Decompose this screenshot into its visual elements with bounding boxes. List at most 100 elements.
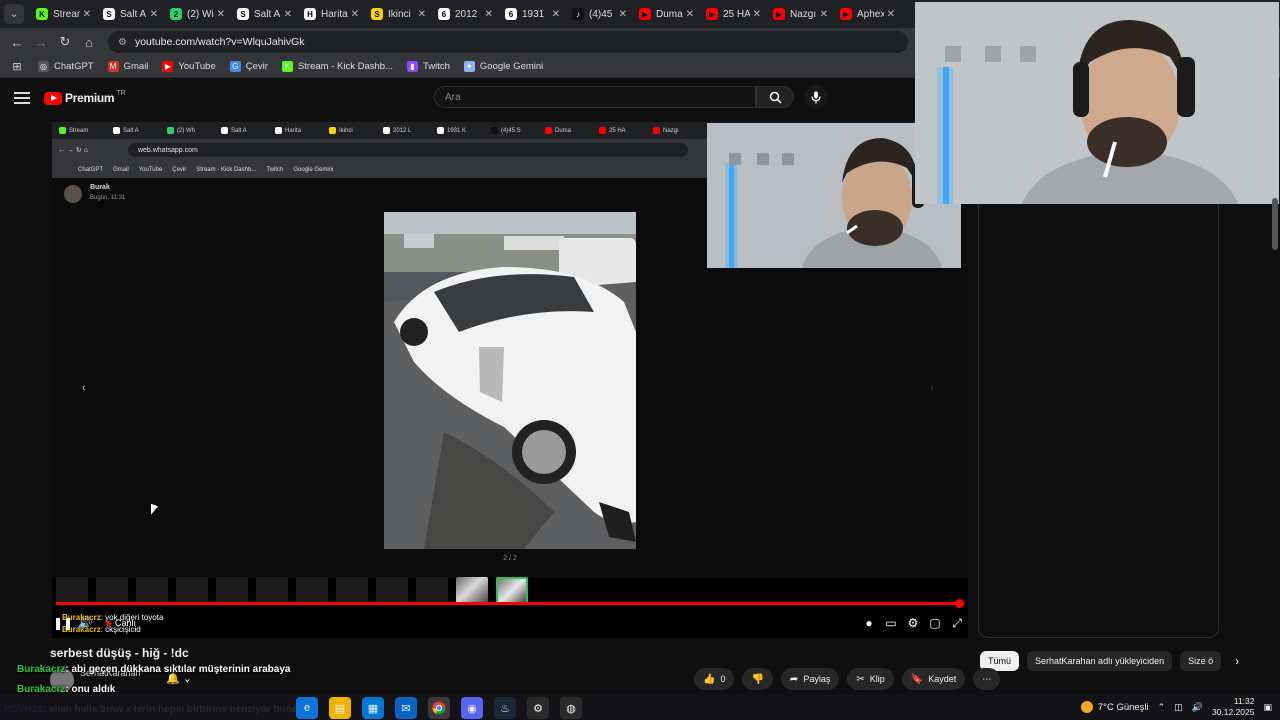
steam-icon[interactable]: ♨ (494, 697, 516, 719)
site-info-icon[interactable]: ⚙ (118, 37, 127, 48)
thumbnail[interactable] (416, 577, 448, 605)
network-icon[interactable]: ◫ (1174, 702, 1183, 713)
chevron-right-icon[interactable]: › (1235, 654, 1239, 668)
outlook-icon[interactable]: ✉ (395, 697, 417, 719)
thumbnail[interactable] (296, 577, 328, 605)
share-button[interactable]: ➦ Paylaş (780, 668, 840, 690)
stream-tab-label: 2012 L (393, 127, 412, 134)
stream-bookmark: Stream - Kick Dashb... (196, 166, 257, 173)
file-explorer-icon[interactable]: ▤ (329, 697, 351, 719)
weather-widget[interactable]: 7°C Güneşli (1080, 701, 1149, 713)
thumbnail[interactable] (256, 577, 288, 605)
browser-tab[interactable]: ▶ 25 HA ✕ (700, 0, 767, 28)
tab-favicon-icon: ▶ (773, 8, 785, 20)
theater-mode-icon[interactable]: ▢ (924, 612, 946, 634)
tab-close-icon[interactable]: ✕ (485, 9, 493, 20)
clock[interactable]: 11:32 30.12.2025 (1212, 696, 1255, 718)
page-scrollbar[interactable] (1272, 198, 1278, 250)
like-button[interactable]: 👍 0 (694, 668, 735, 690)
browser-tab[interactable]: ▶ Nazgı ✕ (767, 0, 834, 28)
browser-tab[interactable]: S İkinci ✕ (365, 0, 432, 28)
dislike-button[interactable]: 👎 (742, 668, 773, 690)
chrome-profile-icon[interactable]: ◍ (560, 697, 582, 719)
browser-tab[interactable]: 2 (2) Wi ✕ (164, 0, 231, 28)
thumbnail[interactable] (176, 577, 208, 605)
reload-button[interactable]: ↻ (54, 31, 76, 53)
settings-icon[interactable]: ⚙ (902, 612, 924, 634)
tab-label: (4)45 (589, 8, 613, 20)
tab-close-icon[interactable]: ✕ (284, 9, 292, 20)
bookmark-item[interactable]: K Stream - Kick Dashb... (281, 61, 393, 72)
tray-chevron-icon[interactable]: ⌃ (1158, 702, 1166, 713)
pause-icon[interactable]: ❚❚ (52, 612, 74, 634)
clock-date: 30.12.2025 (1211, 707, 1255, 717)
back-button[interactable]: ← (6, 31, 28, 53)
tab-search-button[interactable]: ⌄ (4, 4, 24, 24)
apps-grid-icon[interactable]: ⊞ (6, 56, 28, 78)
tab-close-icon[interactable]: ✕ (552, 9, 560, 20)
fullscreen-icon[interactable]: ⤢ (946, 612, 968, 634)
tab-close-icon[interactable]: ✕ (83, 9, 91, 20)
filter-chip[interactable]: Size ö (1180, 651, 1222, 671)
tab-close-icon[interactable]: ✕ (686, 9, 694, 20)
progress-scrubber[interactable] (955, 599, 965, 608)
live-badge[interactable]: Canlı (106, 618, 136, 628)
bookmark-item[interactable]: G Çevir (229, 61, 268, 72)
save-button[interactable]: 🔖 Kaydet (901, 668, 966, 690)
bookmark-item[interactable]: ▶ YouTube (162, 61, 216, 72)
clip-button[interactable]: ✂ Klip (847, 668, 894, 690)
tab-close-icon[interactable]: ✕ (820, 9, 828, 20)
volume-icon[interactable]: 🔊 (74, 612, 96, 634)
tab-close-icon[interactable]: ✕ (217, 9, 225, 20)
more-actions-button[interactable]: ⋯ (973, 668, 1001, 690)
tab-close-icon[interactable]: ✕ (619, 9, 627, 20)
browser-tab[interactable]: 6 1931 ✕ (499, 0, 566, 28)
tab-close-icon[interactable]: ✕ (887, 9, 895, 20)
bookmark-item[interactable]: ✦ Google Gemini (463, 61, 543, 72)
bookmark-item[interactable]: M Gmail (107, 61, 148, 72)
youtube-premium-logo[interactable]: Premium TR (44, 90, 126, 105)
filter-chip[interactable]: SerhatKarahan adlı yükleyiciden (1027, 651, 1173, 671)
address-bar[interactable]: ⚙ youtube.com/watch?v=WlquJahivGk (108, 31, 908, 53)
browser-tab[interactable]: ♪ (4)45 ✕ (566, 0, 633, 28)
chrome-icon[interactable] (428, 697, 450, 719)
tab-close-icon[interactable]: ✕ (753, 9, 761, 20)
search-input[interactable]: Ara (434, 86, 756, 108)
discord-icon[interactable]: ◉ (461, 697, 483, 719)
thumbnail[interactable] (336, 577, 368, 605)
browser-tab[interactable]: S Salt A ✕ (97, 0, 164, 28)
stream-tab-favicon-icon (275, 127, 282, 134)
browser-tab[interactable]: H Harita ✕ (298, 0, 365, 28)
notifications-icon[interactable]: ▣ (1263, 702, 1272, 713)
tab-close-icon[interactable]: ✕ (418, 9, 426, 20)
home-button[interactable]: ⌂ (78, 31, 100, 53)
app-icon[interactable]: ⚙ (527, 697, 549, 719)
voice-search-button[interactable] (804, 85, 828, 109)
tab-label: İkinci (388, 8, 411, 20)
thumbnail[interactable] (216, 577, 248, 605)
bookmark-item[interactable]: ◎ ChatGPT (38, 61, 94, 72)
volume-tray-icon[interactable]: 🔊 (1192, 702, 1203, 713)
edge-browser-icon[interactable]: e (296, 697, 318, 719)
browser-tab[interactable]: S Salt A ✕ (231, 0, 298, 28)
thumbnail[interactable] (56, 577, 88, 605)
forward-button[interactable]: → (30, 31, 52, 53)
subtitles-icon[interactable]: ▭ (880, 612, 902, 634)
tab-close-icon[interactable]: ✕ (351, 9, 359, 20)
bookmark-item[interactable]: ▮ Twitch (406, 61, 450, 72)
autoplay-toggle-icon[interactable]: ● (858, 612, 880, 634)
thumbnail-selected[interactable] (496, 577, 528, 605)
thumbnail[interactable] (376, 577, 408, 605)
progress-bar[interactable] (56, 599, 965, 608)
browser-tab[interactable]: 6 2012 ✕ (432, 0, 499, 28)
thumbnail[interactable] (96, 577, 128, 605)
browser-tab[interactable]: ▶ Duma ✕ (633, 0, 700, 28)
menu-icon[interactable] (14, 92, 30, 104)
browser-tab[interactable]: ▶ Aphex ✕ (834, 0, 901, 28)
search-button[interactable] (756, 86, 794, 108)
thumbnail[interactable] (456, 577, 488, 605)
store-icon[interactable]: ▦ (362, 697, 384, 719)
thumbnail[interactable] (136, 577, 168, 605)
tab-close-icon[interactable]: ✕ (150, 9, 158, 20)
browser-tab[interactable]: K Stream✕ (30, 0, 97, 28)
